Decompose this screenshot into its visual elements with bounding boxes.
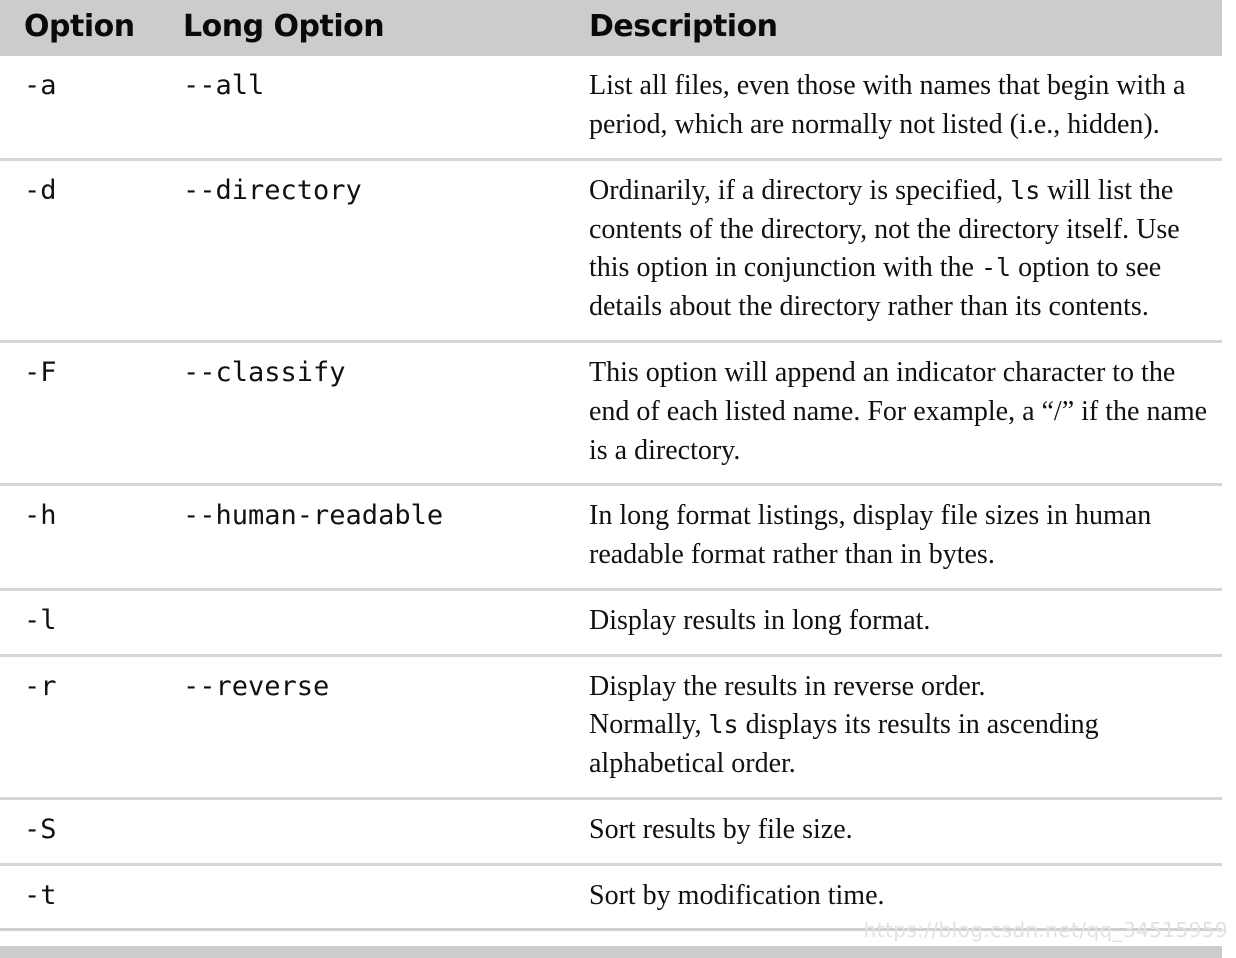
cell-option: -h (24, 500, 57, 532)
cell-long-option: --all (183, 70, 265, 102)
description-line: Ordinarily, if a directory is specified,… (589, 174, 1180, 323)
cell-description: Sort results by file size. (565, 798, 1222, 864)
table-row: -h --human-readable In long format listing… (0, 485, 1222, 590)
cell-option: -a (24, 70, 57, 102)
cell-option: -S (24, 813, 57, 845)
cell-option: -d (24, 174, 57, 206)
cell-option: -l (24, 604, 57, 636)
cell-description: Display the results in reverse order. Nor… (565, 655, 1222, 798)
table-row: -r --reverse Display the results in revers… (0, 655, 1222, 799)
table-header: Option Long Option Description (0, 0, 1222, 57)
cell-long-option: --human-readable (183, 500, 444, 532)
table-header-row: Option Long Option Description (0, 0, 1222, 57)
cell-option: -r (24, 670, 57, 702)
inline-code: -l (980, 253, 1012, 283)
ls-options-table: Option Long Option Description -a --all Li… (0, 0, 1222, 931)
cell-long-option (183, 589, 565, 655)
table-row: -F --classify This option will append an i… (0, 341, 1222, 485)
inline-code: ls (1010, 175, 1041, 205)
cell-long-option (183, 864, 565, 930)
cell-long-option: --reverse (183, 670, 330, 702)
watermark-text: https://blog.csdn.net/qq_34515959 (863, 918, 1228, 942)
table-row: -d --directory Ordinarily, if a directory … (0, 159, 1222, 342)
description-line: This option will append an indicator cha… (589, 356, 1208, 466)
cell-description: Ordinarily, if a directory is specified,… (565, 159, 1222, 341)
cell-long-option: --classify (183, 356, 346, 388)
column-header-description: Description (565, 0, 1222, 57)
cell-description: In long format listings, display file si… (565, 485, 1222, 590)
cell-description: This option will append an indicator cha… (565, 341, 1222, 484)
description-line: Normally, ls displays its results in asc… (589, 709, 1099, 780)
description-line: Display the results in reverse order. (589, 670, 986, 702)
inline-code: ls (708, 710, 739, 740)
bottom-band-divider (0, 946, 1222, 958)
cell-description: Display results in long format. (565, 589, 1222, 655)
description-line: Display results in long format. (589, 604, 931, 636)
column-header-option: Option (0, 0, 183, 57)
cell-option: -F (24, 356, 57, 388)
description-line: List all files, even those with names th… (589, 70, 1186, 141)
table-row: -a --all List all files, even those with n… (0, 56, 1222, 160)
cell-option: -t (24, 879, 57, 911)
cell-description: List all files, even those with names th… (565, 56, 1222, 159)
description-line: Sort results by file size. (589, 813, 853, 845)
column-header-long-option: Long Option (183, 0, 565, 57)
cell-long-option (183, 798, 565, 864)
description-line: In long format listings, display file si… (589, 500, 1152, 571)
table-row: -S Sort results by file size. (0, 798, 1222, 865)
description-line: Sort by modification time. (589, 879, 885, 911)
table-body: -a --all List all files, even those with n… (0, 56, 1222, 930)
cell-long-option: --directory (183, 174, 362, 206)
table-row: -l Display results in long format. (0, 589, 1222, 656)
